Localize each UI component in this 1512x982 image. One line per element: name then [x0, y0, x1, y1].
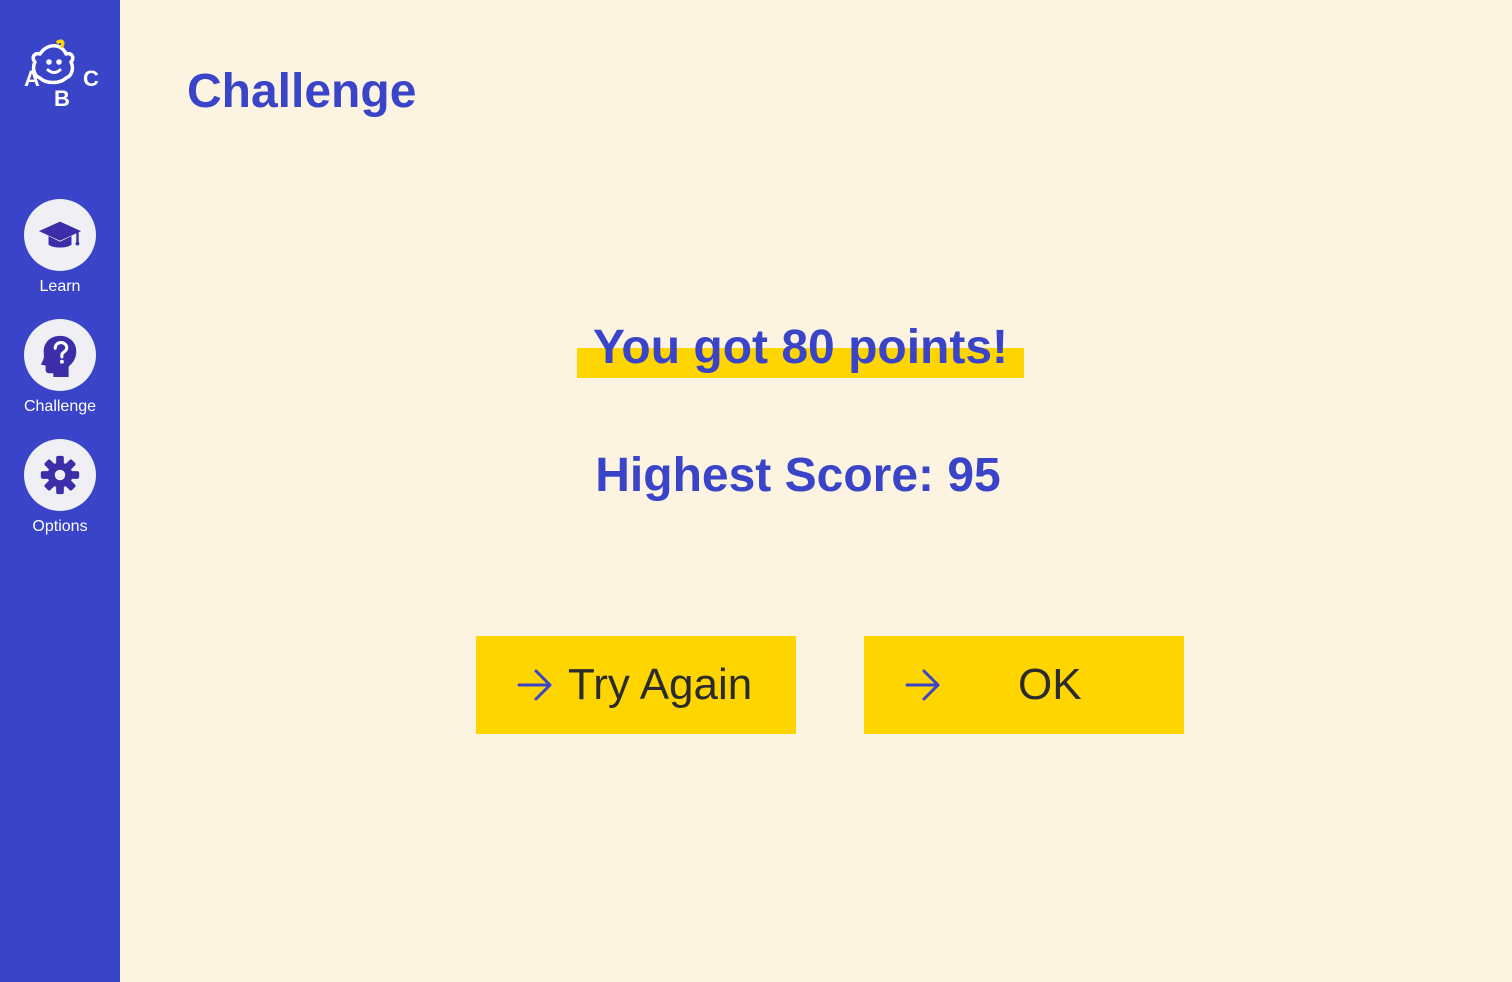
- arrow-right-icon: [517, 669, 552, 701]
- logo-letter-c: C: [83, 66, 99, 91]
- sidebar-item-learn-circle[interactable]: [24, 199, 96, 271]
- sidebar-item-challenge-circle[interactable]: [24, 319, 96, 391]
- graduation-cap-icon: [38, 221, 82, 248]
- sidebar-item-options-circle[interactable]: [24, 439, 96, 511]
- sidebar: A B C Learn Challenge Options: [0, 0, 120, 982]
- logo-letter-b: B: [54, 86, 70, 111]
- page-title: Challenge: [187, 65, 417, 118]
- result-message: You got 80 points!: [577, 320, 1024, 380]
- head-question-icon: [40, 335, 77, 378]
- result-text: You got 80 points!: [592, 321, 1009, 374]
- ok-button[interactable]: OK: [864, 636, 1184, 734]
- highest-score-text: Highest Score: 95: [595, 449, 1001, 502]
- sidebar-item-challenge[interactable]: Challenge: [0, 319, 120, 417]
- ok-label: OK: [1018, 660, 1082, 709]
- sidebar-item-label: Learn: [39, 278, 81, 295]
- gear-icon: [40, 455, 80, 495]
- app-logo[interactable]: A B C: [20, 28, 104, 111]
- sidebar-item-options[interactable]: Options: [0, 439, 120, 537]
- arrow-right-icon: [905, 669, 940, 701]
- sidebar-item-label: Options: [32, 518, 88, 535]
- sidebar-item-label: Challenge: [23, 398, 97, 415]
- logo-letter-a: A: [24, 66, 40, 91]
- try-again-label: Try Again: [568, 660, 753, 709]
- sidebar-item-learn[interactable]: Learn: [0, 199, 120, 297]
- try-again-button[interactable]: Try Again: [476, 636, 796, 734]
- app-window: A B C Learn Challenge Options Challenge …: [0, 0, 1512, 982]
